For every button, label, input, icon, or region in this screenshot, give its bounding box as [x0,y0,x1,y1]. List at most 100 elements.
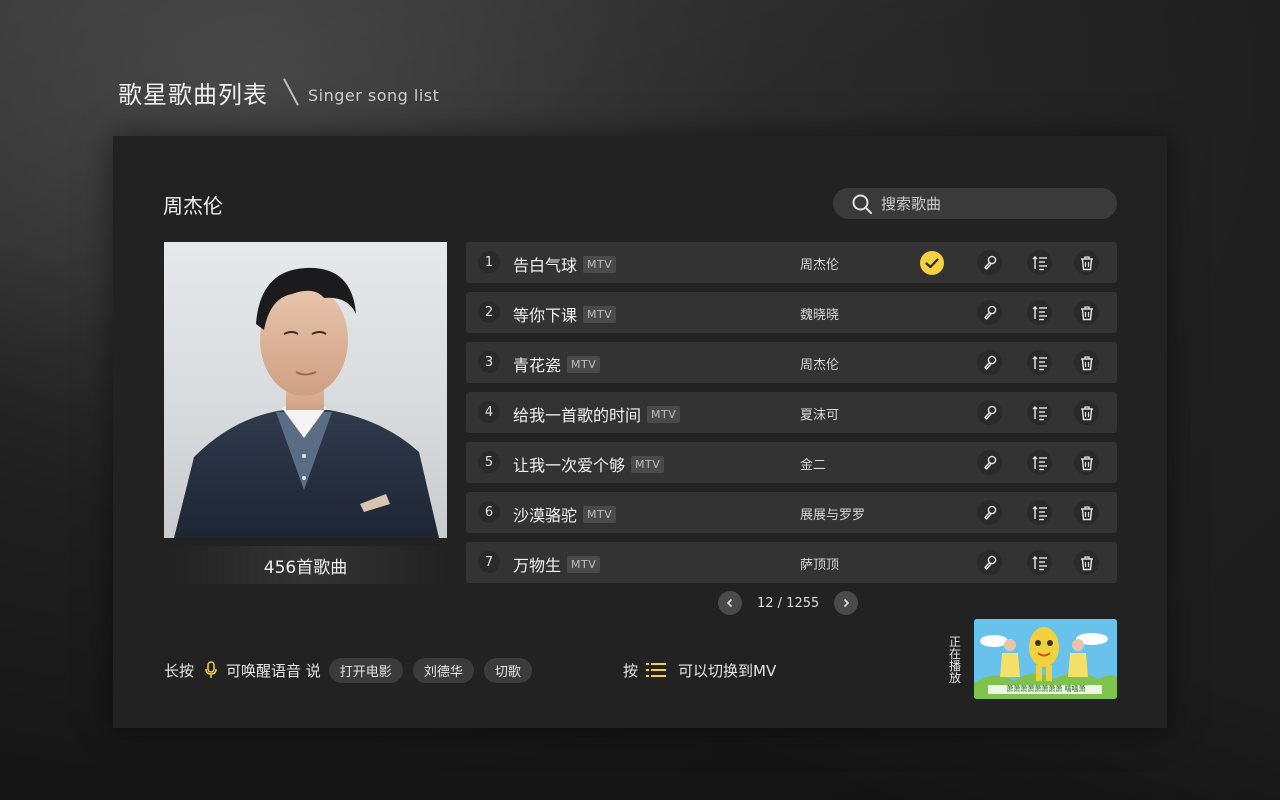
add-to-queue-icon [1032,255,1047,270]
singer-name: 周杰伦 [163,194,223,218]
song-index: 5 [478,451,500,473]
add-to-queue-icon [1032,505,1047,520]
trash-icon [1080,355,1093,370]
queue-top-button[interactable] [1027,300,1052,325]
voice-chip-next-song[interactable]: 切歌 [483,657,532,683]
main-panel: 周杰伦 搜索歌曲 456首歌曲 1 告白气球 MTV 周杰伦 2 等你下课 MT… [113,136,1167,728]
song-title: 万物生 [513,556,562,575]
song-row[interactable]: 5 让我一次爱个够 MTV 金二 [466,442,1117,483]
now-playing-caption: 萧萧萧萧萧萧萧萧 嘻嘻萧 [1006,685,1086,693]
pagination: 12 / 1255 [718,591,859,615]
page-subtitle: Singer song list [308,85,440,105]
mtv-badge: MTV [583,255,617,273]
singer-card[interactable]: 456首歌曲 [164,242,447,584]
song-title: 沙漠骆驼 [513,506,578,525]
prev-page-button[interactable] [718,591,742,615]
sing-button[interactable] [977,500,1002,525]
microphone-icon [983,555,996,570]
delete-button[interactable] [1074,450,1099,475]
song-index: 3 [478,351,500,373]
song-row[interactable]: 1 告白气球 MTV 周杰伦 [466,242,1117,283]
song-row[interactable]: 7 万物生 MTV 萨顶顶 [466,542,1117,583]
chevron-right-icon [844,598,850,608]
trash-icon [1080,255,1093,270]
song-title: 给我一首歌的时间 [513,406,642,425]
song-title-wrap: 等你下课 MTV [513,302,617,326]
mtv-badge: MTV [567,355,601,373]
sing-button[interactable] [977,350,1002,375]
header-divider [283,78,299,106]
search-input[interactable]: 搜索歌曲 [833,188,1117,219]
song-title-wrap: 青花瓷 MTV [513,352,601,376]
add-to-queue-icon [1032,555,1047,570]
sing-button[interactable] [977,400,1002,425]
microphone-icon [983,455,996,470]
voice-hint-text: 可唤醒语音 说 [226,661,321,680]
song-title: 让我一次爱个够 [513,456,626,475]
song-title-wrap: 让我一次爱个够 MTV [513,452,665,476]
queue-top-button[interactable] [1027,450,1052,475]
song-list: 1 告白气球 MTV 周杰伦 2 等你下课 MTV 魏晓晓 3 青花瓷 MTV 周杰伦 4 给我一首歌的时… [466,242,1117,592]
mv-hint-text: 可以切换到MV [678,661,777,680]
song-title-wrap: 给我一首歌的时间 MTV [513,402,681,426]
song-artist: 金二 [800,458,827,473]
mv-hint: 按 可以切换到MV [623,656,776,684]
song-artist: 萨顶顶 [800,558,840,573]
song-title-wrap: 万物生 MTV [513,552,601,576]
queue-top-button[interactable] [1027,500,1052,525]
trash-icon [1080,455,1093,470]
queue-top-button[interactable] [1027,400,1052,425]
song-index: 6 [478,501,500,523]
singer-portrait-image [174,267,439,538]
song-index: 7 [478,551,500,573]
now-playing-thumbnail[interactable]: 萧萧萧萧萧萧萧萧 嘻嘻萧 [974,619,1117,699]
add-to-queue-icon [1032,405,1047,420]
song-row[interactable]: 2 等你下课 MTV 魏晓晓 [466,292,1117,333]
song-artist: 展展与罗罗 [800,508,866,523]
next-page-button[interactable] [834,591,859,615]
now-playing-label: 正在播放 [948,635,961,685]
mtv-badge: MTV [583,305,617,323]
voice-hint: 长按 可唤醒语音 说 打开电影 刘德华 切歌 [164,656,542,684]
song-title-wrap: 沙漠骆驼 MTV [513,502,617,526]
song-title: 青花瓷 [513,356,562,375]
song-row[interactable]: 6 沙漠骆驼 MTV 展展与罗罗 [466,492,1117,533]
song-title: 告白气球 [513,256,578,275]
song-count: 456首歌曲 [164,546,447,584]
delete-button[interactable] [1074,550,1099,575]
voice-hint-prefix: 长按 [164,661,195,680]
selected-check-icon [920,251,944,275]
microphone-icon [983,255,996,270]
mtv-badge: MTV [567,555,601,573]
trash-icon [1080,405,1093,420]
queue-top-button[interactable] [1027,250,1052,275]
trash-icon [1080,555,1093,570]
queue-top-button[interactable] [1027,350,1052,375]
page-indicator: 12 / 1255 [757,595,820,611]
page-title: 歌星歌曲列表 [118,80,268,109]
trash-icon [1080,305,1093,320]
delete-button[interactable] [1074,300,1099,325]
delete-button[interactable] [1074,250,1099,275]
song-index: 2 [478,301,500,323]
voice-chip-movie[interactable]: 打开电影 [328,657,403,683]
microphone-icon [983,405,996,420]
delete-button[interactable] [1074,350,1099,375]
sing-button[interactable] [977,250,1002,275]
queue-top-button[interactable] [1027,550,1052,575]
song-row[interactable]: 3 青花瓷 MTV 周杰伦 [466,342,1117,383]
sing-button[interactable] [977,550,1002,575]
page-header: 歌星歌曲列表 Singer song list [118,72,439,112]
song-title-wrap: 告白气球 MTV [513,252,617,276]
sing-button[interactable] [977,450,1002,475]
song-row[interactable]: 4 给我一首歌的时间 MTV 夏沫可 [466,392,1117,433]
song-artist: 周杰伦 [800,358,840,373]
voice-chip-singer[interactable]: 刘德华 [412,657,474,683]
delete-button[interactable] [1074,500,1099,525]
microphone-icon [983,505,996,520]
search-placeholder: 搜索歌曲 [881,195,942,213]
trash-icon [1080,505,1093,520]
chevron-left-icon [726,598,733,608]
sing-button[interactable] [977,300,1002,325]
delete-button[interactable] [1074,400,1099,425]
